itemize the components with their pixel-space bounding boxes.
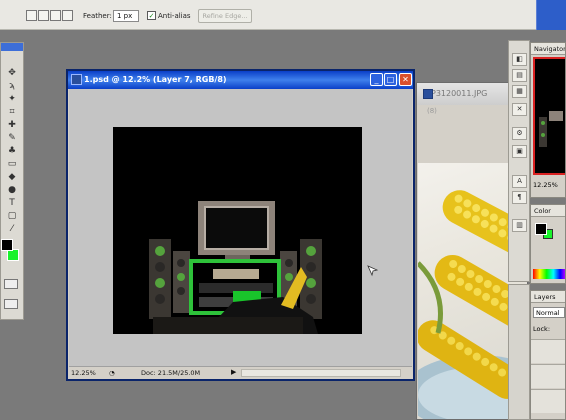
quick-mask-icon[interactable] xyxy=(4,279,18,289)
action-icon[interactable]: ▣ xyxy=(512,145,527,158)
navigator-palette: Navigator 12.25% xyxy=(530,42,566,198)
layer-row[interactable] xyxy=(531,389,565,413)
layers-palette: Layers Normal Lock: xyxy=(530,290,566,420)
navigator-tab[interactable]: Navigator xyxy=(531,43,565,55)
palette-well xyxy=(536,0,566,30)
shape-icon[interactable]: ▢ xyxy=(4,210,20,223)
blend-mode-select[interactable]: Normal xyxy=(533,307,565,318)
color-palette: Color xyxy=(530,204,566,284)
navigator-preview[interactable] xyxy=(533,57,565,175)
image-canvas[interactable] xyxy=(113,127,362,334)
foreground-color-swatch[interactable] xyxy=(1,239,13,251)
dodge-icon[interactable]: ● xyxy=(4,184,20,197)
lasso-icon[interactable]: ϡ xyxy=(4,80,20,93)
character-icon[interactable]: A xyxy=(512,175,527,188)
color-foreground-swatch[interactable] xyxy=(535,223,547,235)
feather-label: Feather: xyxy=(83,12,112,20)
status-indicator-icon: ◔ xyxy=(109,369,115,377)
layers-tab[interactable]: Layers xyxy=(531,291,565,303)
magic-wand-icon[interactable]: ✦ xyxy=(4,93,20,106)
tools-icon[interactable]: ✕ xyxy=(512,103,527,116)
close-button[interactable]: ✕ xyxy=(399,73,412,86)
palette-icon-2[interactable]: ▤ xyxy=(512,69,527,82)
subtract-selection-icon[interactable] xyxy=(50,10,61,21)
brush-icon[interactable]: ✎ xyxy=(4,132,20,145)
clone-icon[interactable]: ⚙ xyxy=(512,127,527,140)
palette-dock-strip-lower xyxy=(508,284,530,420)
palette-dock-strip: ◧ ▤ ▦ ✕ ⚙ ▣ A ¶ ▥ xyxy=(508,40,530,282)
bucket-icon[interactable]: ◆ xyxy=(4,171,20,184)
document-size: Doc: 21.5M/25.0M xyxy=(141,369,201,377)
palette-icon-1[interactable]: ◧ xyxy=(512,53,527,66)
cursor-icon xyxy=(367,265,379,277)
anti-alias-checkbox[interactable]: ✓ xyxy=(147,11,156,20)
layer-row[interactable] xyxy=(531,364,565,388)
tool-palette-titlebar[interactable] xyxy=(1,43,23,51)
eyedropper-icon[interactable]: ⁄ xyxy=(4,223,20,236)
minimize-button[interactable]: _ xyxy=(370,73,383,86)
layer-row[interactable] xyxy=(531,339,565,363)
navigator-zoom[interactable]: 12.25% xyxy=(533,181,558,189)
document-window[interactable]: 1.psd @ 12.2% (Layer 7, RGB/8) _ □ ✕ 12.… xyxy=(66,69,415,381)
lock-label: Lock: xyxy=(533,325,551,333)
options-bar: Feather: 1 px ✓ Anti-alias Refine Edge..… xyxy=(0,0,566,30)
new-selection-icon[interactable] xyxy=(26,10,37,21)
paragraph-icon[interactable]: ¶ xyxy=(512,191,527,204)
add-selection-icon[interactable] xyxy=(38,10,49,21)
anti-alias-label: Anti-alias xyxy=(158,12,191,20)
horizontal-scrollbar[interactable] xyxy=(241,369,401,377)
document-title[interactable]: 1.psd @ 12.2% (Layer 7, RGB/8) xyxy=(68,71,413,89)
stamp-icon[interactable]: ♣ xyxy=(4,145,20,158)
move-icon[interactable]: ✥ xyxy=(4,67,20,80)
screen-mode-icon[interactable] xyxy=(4,299,18,309)
photoshop-document-icon xyxy=(423,89,433,99)
canvas-area[interactable] xyxy=(69,89,412,368)
heal-icon[interactable]: ✚ xyxy=(4,119,20,132)
refine-edge-button[interactable]: Refine Edge... xyxy=(198,9,252,23)
feather-input[interactable]: 1 px xyxy=(113,10,139,22)
zoom-level[interactable]: 12.25% xyxy=(71,369,96,377)
crop-icon[interactable]: ⌗ xyxy=(4,106,20,119)
status-bar: 12.25% ◔ Doc: 21.5M/25.0M ▶ xyxy=(69,366,412,378)
eraser-icon[interactable]: ▭ xyxy=(4,158,20,171)
back-document-subtitle: (8) xyxy=(427,107,437,115)
status-menu-arrow-icon[interactable]: ▶ xyxy=(231,368,236,376)
intersect-selection-icon[interactable] xyxy=(62,10,73,21)
maximize-button[interactable]: □ xyxy=(384,73,397,86)
color-ramp[interactable] xyxy=(533,269,565,279)
tool-palette: ✥ ϡ ✦ ⌗ ✚ ✎ ♣ ▭ ◆ ● T ▢ ⁄ ⌕ xyxy=(0,42,24,320)
layer-comps-icon[interactable]: ▥ xyxy=(512,219,527,232)
color-tab[interactable]: Color xyxy=(531,205,565,217)
photoshop-document-icon xyxy=(71,74,82,85)
palette-icon-3[interactable]: ▦ xyxy=(512,85,527,98)
type-icon[interactable]: T xyxy=(4,197,20,210)
